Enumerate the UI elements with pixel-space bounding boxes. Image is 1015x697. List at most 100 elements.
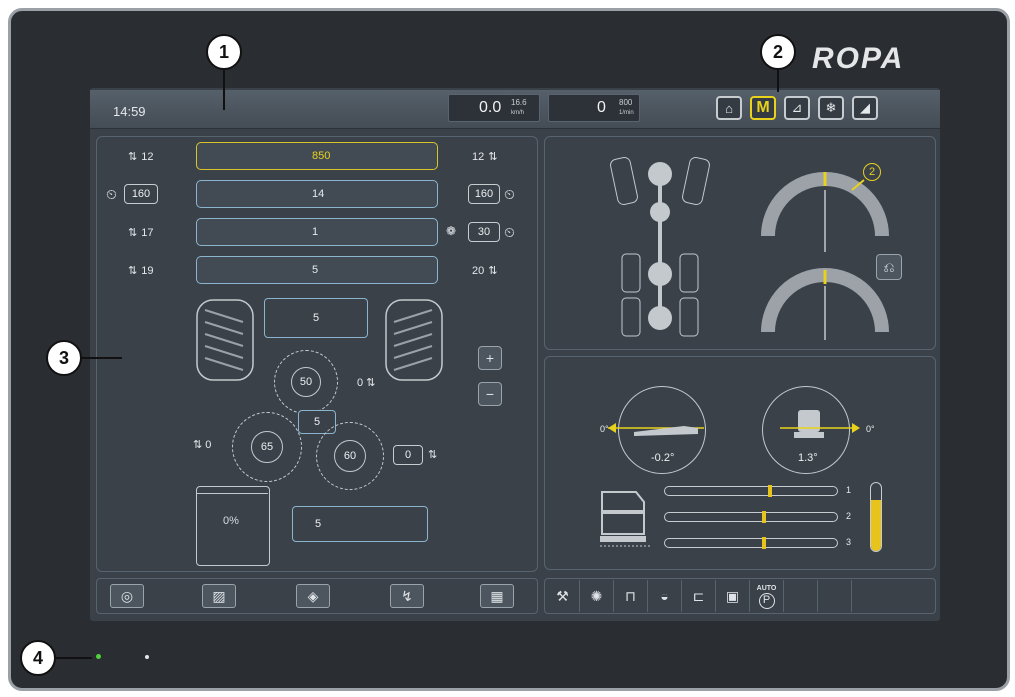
- manual-mode-button[interactable]: M: [750, 96, 776, 120]
- slider-marker[interactable]: [762, 536, 766, 549]
- row-1-left-box[interactable]: 160: [124, 184, 158, 204]
- home-button[interactable]: ⌂: [716, 96, 742, 120]
- roller-right-box[interactable]: 0: [393, 445, 423, 465]
- steering-program-badge: 2: [863, 163, 881, 181]
- slider-label: 2: [846, 511, 852, 521]
- callout-3-line: [82, 357, 122, 359]
- rpm-unit: 1/min: [619, 110, 634, 116]
- height-arrows-icon: ⇅: [488, 151, 498, 163]
- hand-lever-button[interactable]: ↯: [390, 584, 424, 608]
- callout-4-line: [56, 657, 92, 659]
- row-1-control[interactable]: 14: [196, 180, 438, 208]
- row-2-timer-icon: ⏲: [504, 224, 515, 240]
- height-arrows-icon: ⇅: [128, 265, 138, 277]
- leveling-slider-1[interactable]: [664, 484, 838, 497]
- rpm-value: 0: [597, 99, 606, 116]
- tank-percent: 0%: [223, 515, 239, 527]
- steering-mode-button[interactable]: ⎌: [876, 254, 902, 280]
- status-led: [145, 655, 149, 659]
- tank-gauge: 0%: [196, 486, 270, 566]
- pitch-machine-icon: [608, 423, 704, 436]
- row-1-value: 14: [312, 188, 325, 200]
- row-0-control[interactable]: 850: [196, 142, 438, 170]
- lift-icon: ⊓: [625, 587, 636, 604]
- scrubber-button[interactable]: ✺: [580, 580, 614, 612]
- brand-logo: ROPA: [812, 42, 905, 75]
- callout-1: 1: [206, 34, 242, 70]
- slider-marker[interactable]: [762, 510, 766, 523]
- rpm-limit: 800: [619, 98, 633, 107]
- roller-right[interactable]: 60: [316, 422, 384, 490]
- roller-top-side: 0 ⇅: [357, 377, 376, 389]
- cab-icon: ▣: [725, 587, 740, 604]
- lift-button[interactable]: ⊓: [614, 580, 648, 612]
- steering-gauges: [761, 172, 889, 340]
- auto-label: AUTO: [756, 584, 777, 592]
- callout-2-line: [777, 70, 779, 92]
- row-1-right-box[interactable]: 160: [468, 184, 500, 204]
- leveling-slider-2[interactable]: [664, 510, 838, 523]
- topper-button[interactable]: ⚒: [546, 580, 580, 612]
- left-tire-icon: [196, 299, 254, 381]
- level-bar: [870, 482, 882, 552]
- camera-off-button[interactable]: ▨: [202, 584, 236, 608]
- grid-menu-button[interactable]: ▦: [480, 584, 514, 608]
- wiper-button[interactable]: ◢: [852, 96, 878, 120]
- slider-label: 1: [846, 485, 852, 495]
- row-3-control[interactable]: 5: [196, 256, 438, 284]
- climate-snowflake-button[interactable]: ❄: [818, 96, 844, 120]
- nozzle-button[interactable]: ◈: [296, 584, 330, 608]
- row-3-right: 20 ⇅: [472, 265, 498, 277]
- empty-slot: [784, 580, 818, 612]
- slider-marker[interactable]: [768, 484, 772, 497]
- climate-snowflake-icon: ❄: [825, 100, 837, 115]
- nozzle-icon: ◈: [307, 587, 319, 604]
- slider-label: 3: [846, 537, 852, 547]
- conveyor-value: 5: [315, 518, 322, 530]
- empty-slot: [818, 580, 852, 612]
- cab-button[interactable]: ▣: [716, 580, 750, 612]
- seat-button[interactable]: ⊿: [784, 96, 810, 120]
- steering-wheel-button[interactable]: ◎: [110, 584, 144, 608]
- turtle-speed-icon: ◒: [660, 588, 669, 604]
- empty-slot: [852, 580, 886, 612]
- zoom-plus-button[interactable]: +: [478, 346, 502, 370]
- row-2-control[interactable]: 1: [196, 218, 438, 246]
- roller-right-value: 60: [334, 440, 366, 472]
- home-icon: ⌂: [725, 100, 733, 116]
- auto-park-icon: P: [758, 592, 775, 609]
- manual-mode-icon: M: [756, 99, 770, 116]
- roller-left[interactable]: 65: [232, 412, 302, 482]
- seat-icon: ⊿: [791, 100, 803, 115]
- conveyor-box[interactable]: 5: [292, 506, 428, 542]
- scrubber-icon: ✺: [590, 587, 603, 604]
- speed-limit: 16.6: [511, 98, 527, 107]
- hand-lever-icon: ↯: [401, 587, 413, 604]
- speed-readout: 0.0 16.6 km/h: [448, 94, 540, 122]
- right-tire-icon: [385, 299, 443, 381]
- unloader-icon: ⊏: [692, 587, 705, 604]
- timer-icon: ⏲: [106, 186, 117, 202]
- leveling-slider-3[interactable]: [664, 536, 838, 549]
- hopper-box[interactable]: 5: [264, 298, 368, 338]
- beet-icon: ❁: [446, 224, 457, 238]
- zoom-minus-button[interactable]: −: [478, 382, 502, 406]
- callout-1-line: [223, 70, 225, 110]
- steering-mode-icon: ⎌: [883, 258, 895, 275]
- row-2-right-box[interactable]: 30: [468, 222, 500, 242]
- roller-top[interactable]: 50: [274, 350, 338, 414]
- row-0-right: 12 ⇅: [472, 151, 498, 163]
- auto-park-button[interactable]: AUTO P: [750, 580, 784, 612]
- row-2-left: ⇅ 17: [128, 227, 154, 239]
- roll-angle: 1.3°: [798, 452, 818, 464]
- topper-icon: ⚒: [556, 587, 569, 604]
- hopper-value: 5: [312, 312, 320, 324]
- power-led: [96, 654, 101, 659]
- unloader-button[interactable]: ⊏: [682, 580, 716, 612]
- axle-diagram: [610, 157, 710, 337]
- turtle-speed-button[interactable]: ◒: [648, 580, 682, 612]
- level-bar-fill: [871, 500, 881, 551]
- roller-left-side: ⇅ 0: [193, 439, 212, 451]
- roller-middle-value: 5: [313, 416, 321, 428]
- row-0-left: ⇅ 12: [128, 151, 154, 163]
